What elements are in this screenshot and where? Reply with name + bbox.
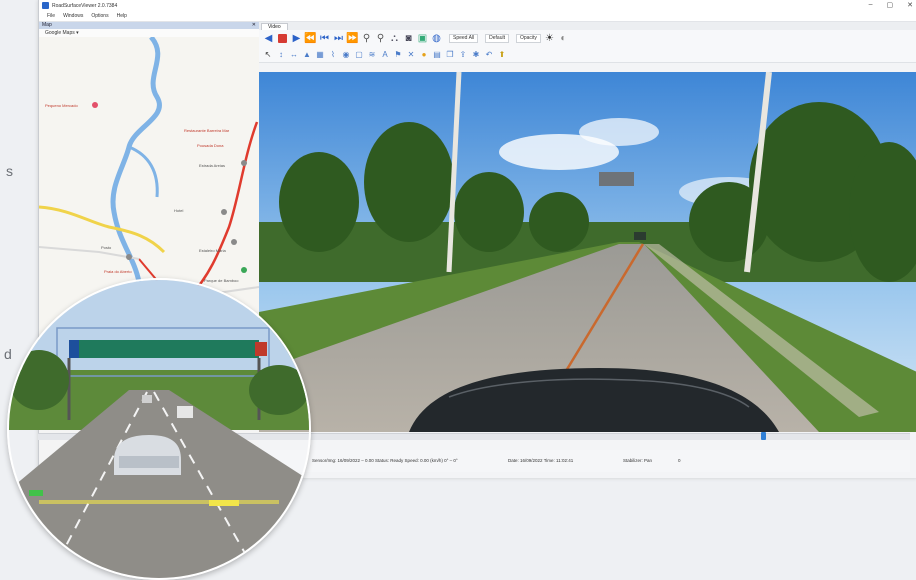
- sign-tool-icon[interactable]: ⚑: [393, 49, 403, 59]
- delete-tool-icon[interactable]: ✕: [406, 49, 416, 59]
- grid-tool-icon[interactable]: ▦: [315, 49, 325, 59]
- place-label-7: Praia do Aberto: [104, 269, 132, 274]
- play-reverse-button[interactable]: ◀: [263, 33, 274, 44]
- place-pin-1: [92, 102, 98, 108]
- status-counter: 0: [678, 458, 681, 463]
- pointer-tool-icon[interactable]: ↖: [263, 49, 273, 59]
- settings-tool-icon[interactable]: ✱: [471, 49, 481, 59]
- place-pin-3: [221, 209, 227, 215]
- image-export-icon[interactable]: ▣: [417, 33, 428, 44]
- place-label-4: Hotel: [174, 208, 183, 213]
- timeline-thumb[interactable]: [761, 432, 766, 440]
- menu-options[interactable]: Options: [91, 13, 108, 19]
- menu-file[interactable]: File: [47, 13, 55, 19]
- maximize-button[interactable]: ▢: [887, 1, 894, 9]
- brightness-icon[interactable]: ☀: [544, 33, 555, 44]
- place-label-6: Posto: [101, 245, 112, 250]
- status-sensor: Sensor/Img: 16/09/2022 – 0.00 Status: Re…: [312, 458, 458, 463]
- binoculars-icon[interactable]: ⛬: [389, 33, 400, 44]
- globe-icon[interactable]: ◍: [431, 33, 442, 44]
- status-date-time: Date: 16/09/2022 Time: 11:02:41: [508, 458, 574, 463]
- menu-bar: File Windows Options Help: [39, 11, 916, 22]
- minimize-button[interactable]: –: [869, 1, 873, 9]
- close-button[interactable]: ✕: [907, 1, 913, 9]
- playback-toolbar: ◀ ▶ ⏪ ⏮ ⏭ ⏩ ⚲ ⚲ ⛬ ◙ ▣ ◍ Speed All Defaul…: [259, 30, 916, 46]
- stop-record-button[interactable]: [277, 33, 288, 44]
- area-tool-icon[interactable]: ▲: [302, 49, 312, 59]
- text-tool-icon[interactable]: A: [380, 49, 390, 59]
- rutting-tool-icon[interactable]: ≋: [367, 49, 377, 59]
- status-bar: Sensor/Img: 16/09/2022 – 0.00 Status: Re…: [258, 450, 910, 472]
- place-pin-6: [241, 267, 247, 273]
- tab-video[interactable]: Video: [261, 23, 288, 30]
- tab-row: Video: [259, 22, 916, 30]
- contrast-icon[interactable]: ◐: [558, 33, 569, 44]
- play-button[interactable]: ▶: [291, 33, 302, 44]
- opacity-dropdown[interactable]: Opacity: [515, 33, 541, 43]
- fast-rewind-button[interactable]: ⏪: [304, 33, 316, 44]
- place-label-1: Restaurante Barreira Mar: [184, 128, 230, 133]
- map-layer-select[interactable]: Google Maps ▾: [39, 29, 259, 37]
- speed-dropdown[interactable]: Speed All: [449, 33, 479, 43]
- place-pin-4: [126, 254, 132, 260]
- horizontal-measure-icon[interactable]: ↔: [289, 49, 299, 59]
- place-label-3: Estrada Areias: [199, 163, 225, 168]
- zoom-in-icon[interactable]: ⚲: [361, 33, 372, 44]
- highlight-tool-icon[interactable]: ●: [419, 49, 429, 59]
- undo-tool-icon[interactable]: ↶: [484, 49, 494, 59]
- inset-photo-canvas: [9, 280, 309, 578]
- fast-forward-button[interactable]: ⏩: [346, 33, 358, 44]
- record-square-icon: [278, 33, 287, 43]
- edge-text-bottom: d: [4, 346, 12, 362]
- place-label-8: Parque de Bamboo: [204, 278, 239, 283]
- map-panel-title: Map: [42, 22, 52, 28]
- layers-tool-icon[interactable]: ▤: [432, 49, 442, 59]
- export-tool-icon[interactable]: ⇪: [458, 49, 468, 59]
- annotation-toolbar: ↖ ↕ ↔ ▲ ▦ ⌇ ◉ ▢ ≋ A ⚑ ✕ ● ▤ ❐ ⇪ ✱ ↶ ⬆: [259, 46, 916, 63]
- video-frame[interactable]: [259, 72, 916, 432]
- menu-windows[interactable]: Windows: [63, 13, 83, 19]
- status-stabilizer: Stabilizer: Pan: [623, 458, 653, 463]
- map-panel-header: Map ✕: [39, 22, 259, 29]
- place-label-5: Estaleiro Maria: [199, 248, 226, 253]
- place-label-0: Pequeno Mercado: [45, 103, 78, 108]
- menu-help[interactable]: Help: [117, 13, 127, 19]
- pothole-tool-icon[interactable]: ◉: [341, 49, 351, 59]
- place-pin-2: [241, 160, 247, 166]
- place-label-2: Pousada Dona: [197, 143, 224, 148]
- copy-tool-icon[interactable]: ❐: [445, 49, 455, 59]
- view-dropdown[interactable]: Default: [485, 33, 509, 43]
- video-panel: Video ◀ ▶ ⏪ ⏮ ⏭ ⏩ ⚲ ⚲ ⛬ ◙ ▣ ◍ Speed All …: [259, 22, 916, 478]
- inset-road-photo: [7, 278, 311, 580]
- edge-text-top: s: [6, 163, 13, 179]
- vertical-measure-icon[interactable]: ↕: [276, 49, 286, 59]
- map-panel-close-icon[interactable]: ✕: [252, 22, 256, 29]
- step-back-button[interactable]: ⏮: [319, 33, 330, 44]
- window-controls: – ▢ ✕: [869, 1, 913, 9]
- camera-icon[interactable]: ◙: [403, 33, 414, 44]
- zoom-out-icon[interactable]: ⚲: [375, 33, 386, 44]
- patch-tool-icon[interactable]: ▢: [354, 49, 364, 59]
- step-forward-button[interactable]: ⏭: [333, 33, 344, 44]
- title-bar: RoadSurfaceViewer 2.0.7384 – ▢ ✕: [39, 0, 916, 11]
- place-pin-5: [231, 239, 237, 245]
- window-title: RoadSurfaceViewer 2.0.7384: [52, 2, 118, 9]
- marker-tool-icon[interactable]: ⬆: [497, 49, 507, 59]
- crack-tool-icon[interactable]: ⌇: [328, 49, 338, 59]
- app-icon: [42, 2, 49, 9]
